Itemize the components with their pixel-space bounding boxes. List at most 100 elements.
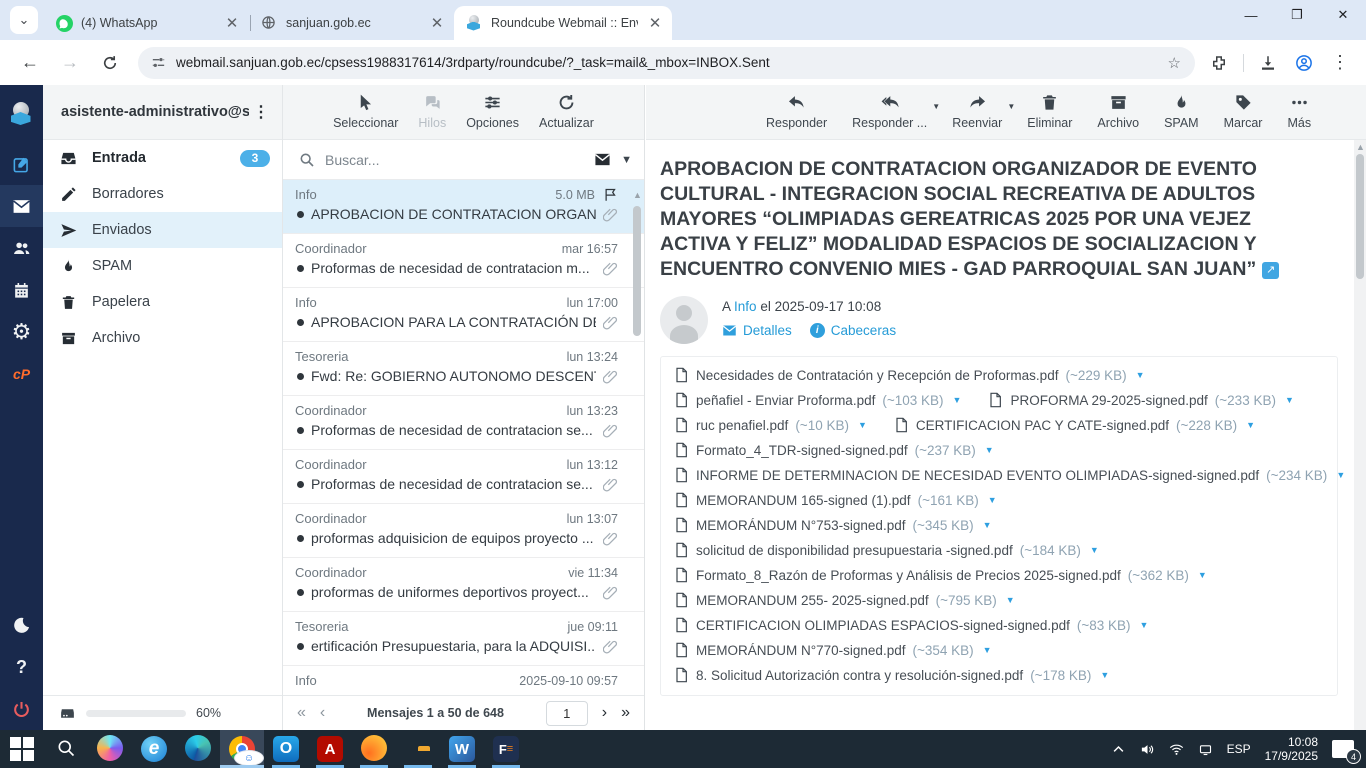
attachment-name-link[interactable]: PROFORMA 29-2025-signed.pdf [1010, 393, 1207, 408]
details-link[interactable]: Detalles [722, 323, 792, 338]
toolbar-button-archivo[interactable]: Archivo [1095, 93, 1141, 130]
attachment-menu-caret-icon[interactable]: ▼ [1336, 470, 1345, 480]
help-icon[interactable]: ? [0, 646, 43, 688]
message-list-item[interactable]: Coordinador mar 16:57 Proformas de neces… [283, 234, 644, 288]
headers-link[interactable]: iCabeceras [810, 323, 896, 338]
tab-close-icon[interactable]: ✕ [428, 14, 446, 32]
browser-menu-icon[interactable]: ⋮ [1324, 47, 1356, 79]
reader-scrollbar-thumb[interactable] [1356, 154, 1364, 279]
address-bar[interactable]: webmail.sanjuan.gob.ec/cpsess1988317614/… [138, 47, 1195, 79]
toolbar-button-responder[interactable]: Responder [764, 93, 829, 130]
toolbar-button-opciones[interactable]: Opciones [464, 93, 521, 130]
logout-power-icon[interactable] [0, 688, 43, 730]
message-list-item[interactable]: Coordinador lun 13:07 proformas adquisic… [283, 504, 644, 558]
mail-icon[interactable] [0, 185, 43, 227]
tab-close-icon[interactable]: ✕ [646, 14, 664, 32]
scroll-up-arrow[interactable]: ▲ [633, 190, 642, 200]
message-list-item[interactable]: Info 2025-09-10 09:57 [283, 666, 644, 695]
taskbar-app-button[interactable] [176, 730, 220, 768]
attachment-menu-caret-icon[interactable]: ▼ [983, 520, 992, 530]
search-scope-envelope-icon[interactable] [594, 151, 611, 168]
attachment-name-link[interactable]: MEMORANDUM 255- 2025-signed.pdf [696, 593, 929, 608]
download-icon[interactable] [1252, 47, 1284, 79]
calendar-icon[interactable] [0, 269, 43, 311]
toolbar-button-spam[interactable]: SPAM [1162, 93, 1201, 130]
dropdown-caret-icon[interactable]: ▼ [932, 102, 940, 111]
toolbar-button-marcar[interactable]: Marcar [1222, 93, 1265, 130]
taskbar-app-button[interactable]: A [308, 730, 352, 768]
toolbar-button-m-s[interactable]: Más [1285, 93, 1313, 130]
taskbar-app-button[interactable] [352, 730, 396, 768]
compose-icon[interactable] [0, 143, 43, 185]
dropdown-caret-icon[interactable]: ▼ [1007, 102, 1015, 111]
attachment-menu-caret-icon[interactable]: ▼ [953, 395, 962, 405]
profile-icon[interactable] [1288, 47, 1320, 79]
folder-item-spam[interactable]: SPAM [43, 248, 282, 284]
next-page-button[interactable]: › [602, 704, 607, 722]
wifi-icon[interactable] [1169, 742, 1184, 757]
reader-scrollbar[interactable]: ▲ [1354, 140, 1366, 730]
toolbar-button-seleccionar[interactable]: Seleccionar [331, 93, 400, 130]
first-page-button[interactable]: « [297, 704, 306, 722]
attachment-name-link[interactable]: CERTIFICACION PAC Y CATE-signed.pdf [916, 418, 1169, 433]
taskbar-app-button[interactable] [44, 730, 88, 768]
attachment-menu-caret-icon[interactable]: ▼ [1006, 595, 1015, 605]
list-scrollbar[interactable]: ▲ ▼ [633, 190, 642, 742]
folder-item-papelera[interactable]: Papelera [43, 284, 282, 320]
attachment-name-link[interactable]: CERTIFICACION OLIMPIADAS ESPACIOS-signed… [696, 618, 1070, 633]
attachment-name-link[interactable]: Necesidades de Contratación y Recepción … [696, 368, 1058, 383]
toolbar-button-reenviar[interactable]: ▼ Reenviar [950, 93, 1004, 130]
folder-item-borradores[interactable]: Borradores [43, 176, 282, 212]
tray-clock[interactable]: 10:08 17/9/2025 [1265, 735, 1318, 763]
folder-item-archivo[interactable]: Archivo [43, 320, 282, 356]
taskbar-app-button[interactable]: O [264, 730, 308, 768]
attachment-name-link[interactable]: Formato_8_Razón de Proformas y Análisis … [696, 568, 1121, 583]
search-options-chevron-icon[interactable]: ▼ [621, 154, 632, 166]
cpanel-icon[interactable]: cP [0, 353, 43, 395]
forward-button[interactable]: → [54, 47, 86, 79]
language-indicator[interactable]: ESP [1227, 742, 1251, 756]
attachment-name-link[interactable]: peñafiel - Enviar Proforma.pdf [696, 393, 875, 408]
attachment-name-link[interactable]: 8. Solicitud Autorización contra y resol… [696, 668, 1023, 683]
tab-search-button[interactable]: ⌄ [10, 6, 38, 34]
account-menu-icon[interactable]: ⋮ [249, 102, 274, 122]
attachment-menu-caret-icon[interactable]: ▼ [1100, 670, 1109, 680]
bookmark-star-icon[interactable]: ☆ [1164, 54, 1185, 72]
toolbar-button-responder-[interactable]: ▼ Responder ... [850, 93, 929, 130]
message-list-item[interactable]: Tesoreria jue 09:11 ertificación Presupu… [283, 612, 644, 666]
minimize-button[interactable]: — [1228, 0, 1274, 30]
reader-scroll-up-arrow[interactable]: ▲ [1356, 142, 1365, 152]
message-list-item[interactable]: Info lun 17:00 APROBACION PARA LA CONTRA… [283, 288, 644, 342]
toolbar-button-hilos[interactable]: Hilos [416, 93, 448, 130]
attachment-menu-caret-icon[interactable]: ▼ [1090, 545, 1099, 555]
attachment-name-link[interactable]: INFORME DE DETERMINACION DE NECESIDAD EV… [696, 468, 1259, 483]
message-list-item[interactable]: Coordinador lun 13:23 Proformas de neces… [283, 396, 644, 450]
message-list-item[interactable]: Coordinador vie 11:34 proformas de unifo… [283, 558, 644, 612]
attachment-menu-caret-icon[interactable]: ▼ [1140, 620, 1149, 630]
taskbar-app-button[interactable] [0, 730, 44, 768]
taskbar-app-button[interactable] [396, 730, 440, 768]
browser-tab[interactable]: sanjuan.gob.ec ✕ [249, 6, 454, 40]
tab-close-icon[interactable]: ✕ [223, 14, 241, 32]
attachment-name-link[interactable]: solicitud de disponibilidad presupuestar… [696, 543, 1013, 558]
contacts-icon[interactable] [0, 227, 43, 269]
taskbar-app-button[interactable]: e [132, 730, 176, 768]
back-button[interactable]: ← [14, 47, 46, 79]
attachment-name-link[interactable]: Formato_4_TDR-signed-signed.pdf [696, 443, 908, 458]
taskbar-app-button[interactable]: W [440, 730, 484, 768]
folder-item-entrada[interactable]: Entrada 3 [43, 140, 282, 176]
settings-gear-icon[interactable]: ⚙ [0, 311, 43, 353]
taskbar-app-button[interactable] [88, 730, 132, 768]
toolbar-button-eliminar[interactable]: Eliminar [1025, 93, 1074, 130]
extensions-icon[interactable] [1203, 47, 1235, 79]
folder-item-enviados[interactable]: Enviados [43, 212, 282, 248]
page-number-input[interactable]: 1 [546, 701, 588, 726]
attachment-name-link[interactable]: MEMORÁNDUM N°770-signed.pdf [696, 643, 905, 658]
notifications-icon[interactable]: 4 [1332, 740, 1354, 758]
recipient-link[interactable]: Info [734, 299, 757, 314]
attachment-menu-caret-icon[interactable]: ▼ [983, 645, 992, 655]
search-input[interactable] [325, 152, 584, 168]
message-list-item[interactable]: Coordinador lun 13:12 Proformas de neces… [283, 450, 644, 504]
volume-icon[interactable] [1140, 742, 1155, 757]
restore-button[interactable]: ❐ [1274, 0, 1320, 30]
